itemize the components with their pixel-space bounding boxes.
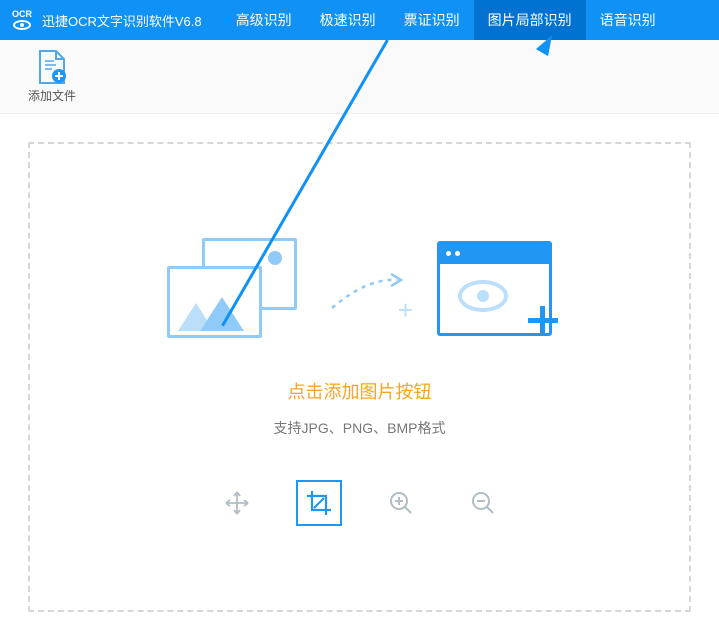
app-logo: OCR 迅捷OCR文字识别软件V6.8 <box>0 6 202 34</box>
zoom-in-icon <box>387 489 415 517</box>
photos-icon <box>167 238 297 338</box>
zoom-out-icon <box>469 489 497 517</box>
crop-tool-button[interactable] <box>296 480 342 526</box>
tab-ticket-recognition[interactable]: 票证识别 <box>390 0 474 40</box>
app-title: 迅捷OCR文字识别软件V6.8 <box>42 11 202 30</box>
tab-advanced-recognition[interactable]: 高级识别 <box>222 0 306 40</box>
move-icon <box>223 489 251 517</box>
ocr-target-icon <box>437 241 552 336</box>
main-area: + 点击添加图片按钮 支持JPG、PNG、BMP格式 <box>0 114 719 640</box>
tab-voice-recognition[interactable]: 语音识别 <box>586 0 670 40</box>
tab-image-region-recognition[interactable]: 图片局部识别 <box>474 0 586 40</box>
top-bar: OCR 迅捷OCR文字识别软件V6.8 高级识别 极速识别 票证识别 图片局部识… <box>0 0 719 40</box>
tab-fast-recognition[interactable]: 极速识别 <box>306 0 390 40</box>
add-file-button[interactable]: 添加文件 <box>20 45 84 108</box>
tool-icons <box>214 480 506 526</box>
move-tool-button[interactable] <box>214 480 260 526</box>
add-file-label: 添加文件 <box>28 87 76 104</box>
main-prompt: 点击添加图片按钮 <box>288 378 432 404</box>
add-file-icon <box>36 49 68 85</box>
logo-icon: OCR <box>8 6 36 34</box>
dotted-arrow-icon: + <box>327 268 407 308</box>
zoom-in-tool-button[interactable] <box>378 480 424 526</box>
drop-zone[interactable]: + 点击添加图片按钮 支持JPG、PNG、BMP格式 <box>28 142 691 612</box>
zoom-out-tool-button[interactable] <box>460 480 506 526</box>
crop-icon <box>305 489 333 517</box>
sub-prompt: 支持JPG、PNG、BMP格式 <box>274 418 446 438</box>
toolbar: 添加文件 <box>0 40 719 114</box>
